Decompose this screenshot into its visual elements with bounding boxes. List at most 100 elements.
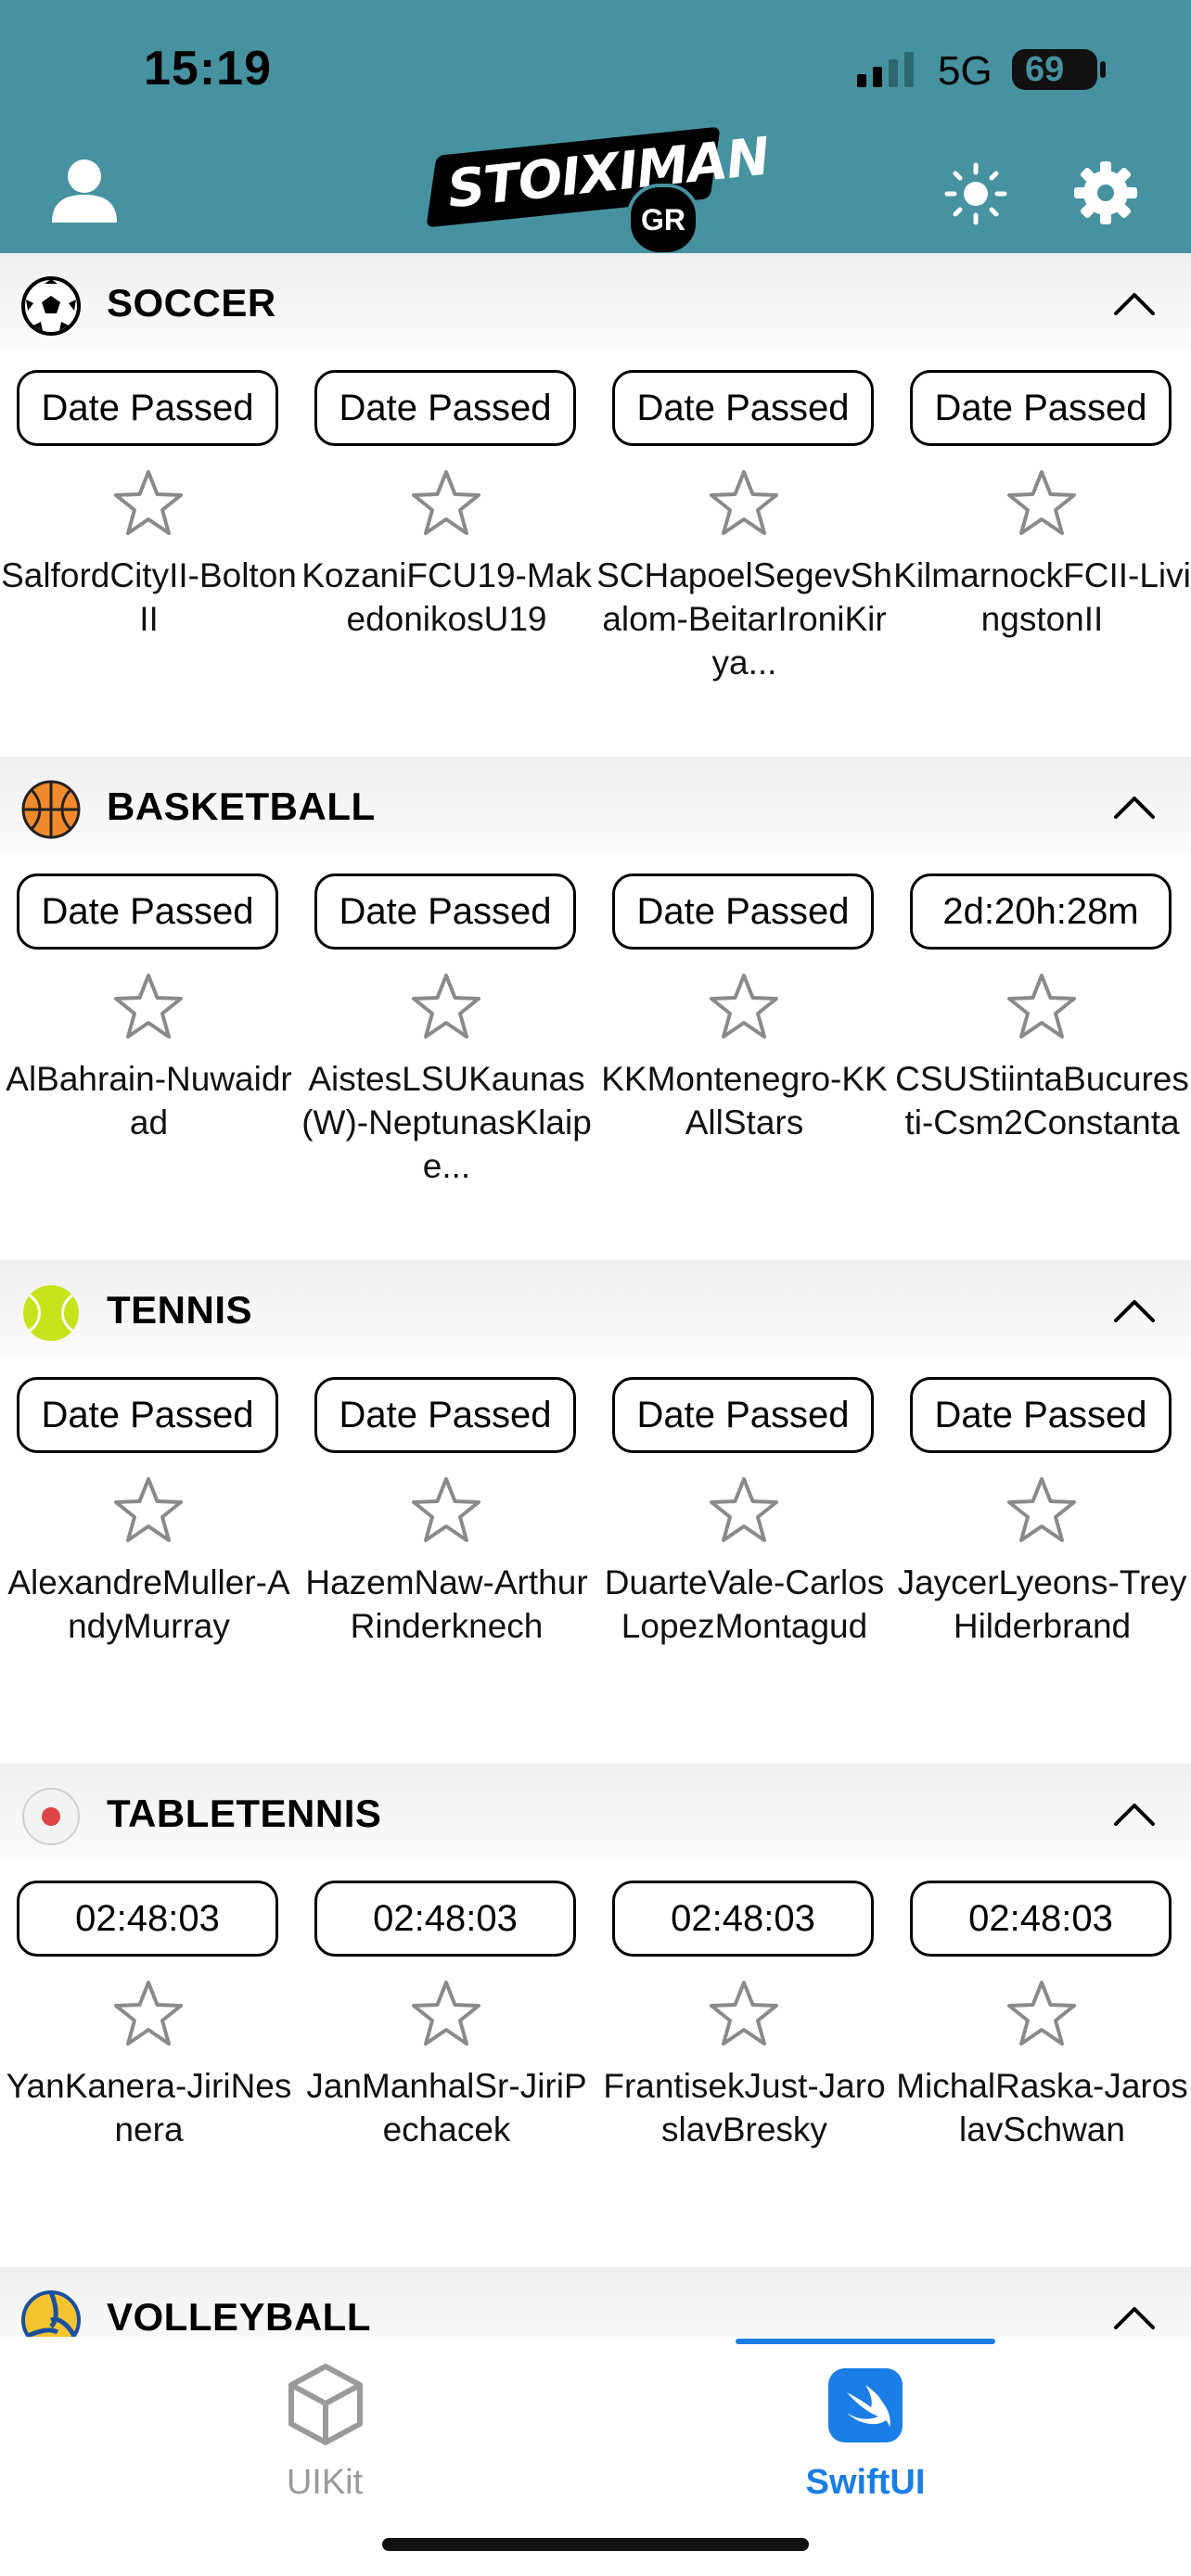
- match-name: MichalRaska-JaroslavSchwan: [896, 2067, 1188, 2149]
- swift-icon[interactable]: [828, 2368, 903, 2442]
- chevron-up-icon[interactable]: [1111, 1792, 1158, 1838]
- section-body: 02:48:03 YanKanera-JiriNesnera 02:48:03 Jan…: [0, 1860, 1191, 2267]
- section-header[interactable]: TABLETENNIS: [0, 1764, 1191, 1860]
- battery-icon: 69: [1012, 49, 1097, 90]
- event-card[interactable]: Date Passed KozaniFCU19-MakedonikosU19: [298, 350, 596, 748]
- basketball-icon: [21, 780, 81, 839]
- event-card[interactable]: Date Passed DuarteVale-CarlosLopezMontagu…: [596, 1357, 893, 1755]
- chevron-up-icon[interactable]: [1111, 784, 1158, 831]
- event-card[interactable]: Date Passed AlBahrain-Nuwaidrad: [0, 853, 298, 1252]
- section-tabletennis: TABLETENNIS 02:48:03 YanKanera-JiriNesnera…: [0, 1764, 1191, 2267]
- event-status: Date Passed: [910, 370, 1172, 446]
- star-icon[interactable]: [409, 970, 483, 1044]
- section-body: Date Passed AlexandreMuller-AndyMurray Dat…: [0, 1357, 1191, 1764]
- event-status: Date Passed: [17, 1377, 278, 1453]
- selected-tab-indicator: [736, 2339, 995, 2344]
- event-card[interactable]: Date Passed AistesLSUKaunas(W)-NeptunasKl…: [298, 853, 596, 1252]
- match-name: JaycerLyeons-TreyHilderbrand: [897, 1563, 1187, 1645]
- event-card[interactable]: 02:48:03 YanKanera-JiriNesnera: [0, 1860, 298, 2259]
- star-icon[interactable]: [1005, 466, 1079, 541]
- section-header[interactable]: TENNIS: [0, 1260, 1191, 1357]
- stoiximan-logo: STOIXIMAN GR: [426, 126, 772, 256]
- event-status: Date Passed: [314, 874, 576, 950]
- section-soccer: SOCCER Date Passed SalfordCityII-BoltonII D…: [0, 253, 1191, 757]
- section-title: SOCCER: [107, 281, 276, 325]
- soccer-ball-icon: [21, 276, 81, 336]
- cellular-signal-icon: [857, 52, 914, 87]
- section-header[interactable]: BASKETBALL: [0, 757, 1191, 853]
- star-icon[interactable]: [1005, 1977, 1079, 2051]
- section-title: BASKETBALL: [107, 784, 376, 828]
- star-icon[interactable]: [409, 1473, 483, 1548]
- section-body: Date Passed SalfordCityII-BoltonII Date Pa…: [0, 350, 1191, 757]
- event-card[interactable]: Date Passed SalfordCityII-BoltonII: [0, 350, 298, 748]
- star-icon[interactable]: [409, 1977, 483, 2051]
- star-icon[interactable]: [707, 1473, 781, 1548]
- section-basketball: BASKETBALL Date Passed AlBahrain-Nuwaidrad…: [0, 757, 1191, 1260]
- gear-icon[interactable]: [1072, 159, 1139, 226]
- event-card[interactable]: Date Passed KilmarnockFCII-LivingstonII: [893, 350, 1191, 748]
- event-status: 02:48:03: [314, 1881, 576, 1957]
- chevron-up-icon[interactable]: [1111, 281, 1158, 327]
- event-status: 02:48:03: [612, 1881, 874, 1957]
- match-name: AistesLSUKaunas(W)-NeptunasKlaipe...: [301, 1060, 592, 1185]
- event-status: Date Passed: [17, 874, 278, 950]
- star-icon[interactable]: [111, 466, 186, 541]
- match-name: SalfordCityII-BoltonII: [1, 556, 297, 638]
- match-name: FrantisekJust-JaroslavBresky: [603, 2067, 886, 2149]
- star-icon[interactable]: [1005, 1473, 1079, 1548]
- chevron-up-icon[interactable]: [1111, 1288, 1158, 1334]
- match-name: KozaniFCU19-MakedonikosU19: [301, 556, 592, 638]
- event-card[interactable]: 02:48:03 MichalRaska-JaroslavSchwan: [893, 1860, 1191, 2259]
- match-name: SCHapoelSegevShalom-BeitarIroniKirya...: [596, 556, 892, 682]
- sun-icon[interactable]: [944, 162, 1007, 225]
- star-icon[interactable]: [409, 466, 483, 541]
- star-icon[interactable]: [707, 1977, 781, 2051]
- section-body: Date Passed AlBahrain-Nuwaidrad Date Passe…: [0, 853, 1191, 1260]
- section-volleyball: VOLLEYBALL: [0, 2267, 1191, 2364]
- battery-tip: [1100, 61, 1106, 78]
- star-icon[interactable]: [111, 1977, 186, 2051]
- match-name: CSUStiintaBucuresti-Csm2Constanta: [895, 1060, 1189, 1141]
- section-title: VOLLEYBALL: [107, 2295, 371, 2339]
- profile-icon[interactable]: [50, 156, 119, 224]
- chevron-up-icon[interactable]: [1111, 2295, 1158, 2341]
- section-title: TABLETENNIS: [107, 1792, 382, 1835]
- match-name: AlBahrain-Nuwaidrad: [6, 1060, 292, 1141]
- event-card[interactable]: Date Passed KKMontenegro-KKAllStars: [596, 853, 893, 1252]
- event-card[interactable]: 02:48:03 FrantisekJust-JaroslavBresky: [596, 1860, 893, 2259]
- event-status: Date Passed: [910, 1377, 1172, 1453]
- event-status: 02:48:03: [17, 1881, 278, 1957]
- event-status: Date Passed: [314, 1377, 576, 1453]
- home-indicator: [382, 2538, 809, 2551]
- tennis-ball-icon: [23, 1285, 79, 1341]
- event-status: Date Passed: [612, 370, 874, 446]
- star-icon[interactable]: [111, 1473, 186, 1548]
- tab-uikit[interactable]: UIKit: [232, 2463, 417, 2503]
- match-name: HazemNaw-ArthurRinderknech: [305, 1563, 588, 1645]
- event-card[interactable]: Date Passed AlexandreMuller-AndyMurray: [0, 1357, 298, 1755]
- table-tennis-ball-icon: [22, 1788, 80, 1845]
- tab-swiftui[interactable]: SwiftUI: [773, 2463, 958, 2503]
- star-icon[interactable]: [707, 970, 781, 1044]
- event-status: 2d:20h:28m: [910, 874, 1172, 950]
- match-name: YanKanera-JiriNesnera: [6, 2067, 292, 2149]
- star-icon[interactable]: [111, 970, 186, 1044]
- uikit-box-icon[interactable]: [284, 2359, 367, 2448]
- event-status: Date Passed: [17, 370, 278, 446]
- status-time: 15:19: [144, 42, 272, 96]
- event-status: Date Passed: [314, 370, 576, 446]
- event-card[interactable]: 02:48:03 JanManhalSr-JiriPechacek: [298, 1860, 596, 2259]
- match-name: DuarteVale-CarlosLopezMontagud: [604, 1563, 885, 1645]
- match-name: KKMontenegro-KKAllStars: [601, 1060, 888, 1141]
- event-card[interactable]: Date Passed HazemNaw-ArthurRinderknech: [298, 1357, 596, 1755]
- event-card[interactable]: Date Passed JaycerLyeons-TreyHilderbrand: [893, 1357, 1191, 1755]
- event-card[interactable]: 2d:20h:28m CSUStiintaBucuresti-Csm2Consta…: [893, 853, 1191, 1252]
- section-header[interactable]: SOCCER: [0, 253, 1191, 350]
- event-card[interactable]: Date Passed SCHapoelSegevShalom-BeitarIro…: [596, 350, 893, 748]
- section-title: TENNIS: [107, 1288, 253, 1332]
- event-status: Date Passed: [612, 1377, 874, 1453]
- star-icon[interactable]: [707, 466, 781, 541]
- star-icon[interactable]: [1005, 970, 1079, 1044]
- battery-level: 69: [1025, 50, 1065, 89]
